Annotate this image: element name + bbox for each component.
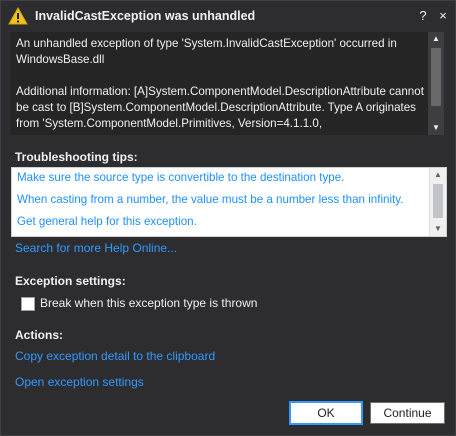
tip-link-convertible[interactable]: Make sure the source type is convertible… xyxy=(17,171,344,184)
help-icon[interactable]: ? xyxy=(415,7,431,25)
continue-button[interactable]: Continue xyxy=(370,402,445,424)
exception-dialog: InvalidCastException was unhandled ? × A… xyxy=(0,0,456,436)
title-bar: InvalidCastException was unhandled ? × xyxy=(1,1,455,33)
scroll-up-icon[interactable]: ▲ xyxy=(428,32,444,46)
exception-message-panel[interactable]: An unhandled exception of type 'System.I… xyxy=(10,32,444,135)
warning-icon xyxy=(8,6,28,25)
message-scrollbar[interactable]: ▲ ▼ xyxy=(428,32,444,135)
tips-scrollbar-thumb[interactable] xyxy=(433,184,443,218)
search-help-online-link[interactable]: Search for more Help Online... xyxy=(15,241,177,255)
tip-link-general-help[interactable]: Get general help for this exception. xyxy=(17,215,197,228)
dialog-title: InvalidCastException was unhandled xyxy=(35,9,256,23)
copy-exception-detail-link[interactable]: Copy exception detail to the clipboard xyxy=(15,349,215,363)
troubleshooting-header: Troubleshooting tips: xyxy=(15,150,138,164)
actions-header: Actions: xyxy=(15,328,63,342)
break-on-exception-label[interactable]: Break when this exception type is thrown xyxy=(40,296,257,310)
exception-message-text: An unhandled exception of type 'System.I… xyxy=(16,37,424,130)
ok-button[interactable]: OK xyxy=(289,401,363,425)
close-icon[interactable]: × xyxy=(435,7,451,25)
message-scrollbar-thumb[interactable] xyxy=(431,48,441,106)
open-exception-settings-link[interactable]: Open exception settings xyxy=(15,375,144,389)
troubleshooting-tips-panel: Make sure the source type is convertible… xyxy=(11,167,447,237)
scroll-up-icon[interactable]: ▲ xyxy=(430,168,446,182)
scroll-down-icon[interactable]: ▼ xyxy=(428,121,444,135)
scroll-down-icon[interactable]: ▼ xyxy=(430,222,446,236)
break-on-exception-checkbox[interactable] xyxy=(21,297,35,311)
exception-settings-header: Exception settings: xyxy=(15,274,126,288)
tips-scrollbar[interactable]: ▲ ▼ xyxy=(429,168,446,236)
tip-link-infinity[interactable]: When casting from a number, the value mu… xyxy=(17,193,403,206)
